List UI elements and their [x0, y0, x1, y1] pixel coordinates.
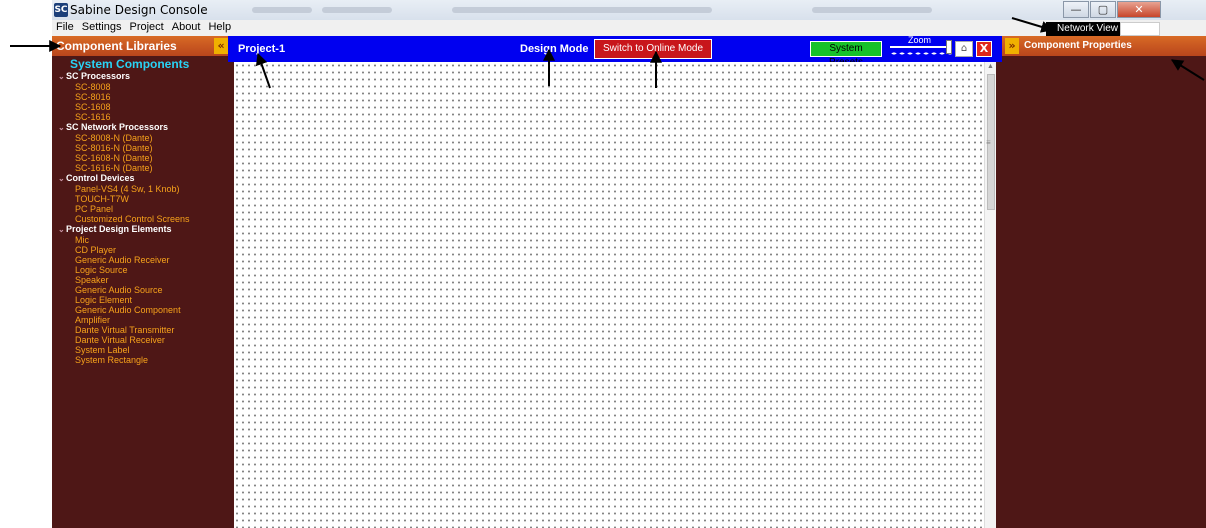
tree-item[interactable]: SC-1616-N (Dante): [52, 163, 228, 173]
tree-item[interactable]: PC Panel: [52, 204, 228, 214]
close-project-button[interactable]: X: [976, 41, 992, 57]
switch-to-online-button[interactable]: Switch to Online Mode: [594, 39, 712, 59]
properties-title: Component Properties: [1002, 36, 1206, 56]
window-title: Sabine Design Console: [70, 3, 208, 17]
tree-item[interactable]: Dante Virtual Transmitter: [52, 325, 228, 335]
expand-toggle-icon[interactable]: ⌄: [58, 122, 65, 133]
tree-item[interactable]: Panel-VS4 (4 Sw, 1 Knob): [52, 184, 228, 194]
tree-item[interactable]: SC-8008-N (Dante): [52, 133, 228, 143]
menu-bar: File Settings Project About Help: [52, 20, 1206, 34]
tree-item[interactable]: Generic Audio Component: [52, 305, 228, 315]
menu-project[interactable]: Project: [125, 20, 167, 34]
component-properties-panel: Component Properties »: [1002, 36, 1206, 528]
tree-item[interactable]: Mic: [52, 235, 228, 245]
tree-item[interactable]: Logic Source: [52, 265, 228, 275]
expand-right-button[interactable]: »: [1005, 38, 1019, 54]
tree-item[interactable]: TOUCH-T7W: [52, 194, 228, 204]
tree-item[interactable]: System Label: [52, 345, 228, 355]
app-logo-icon: SC: [54, 3, 68, 17]
tree-item[interactable]: Amplifier: [52, 315, 228, 325]
tree-item[interactable]: SC-8016-N (Dante): [52, 143, 228, 153]
tree-item[interactable]: CD Player: [52, 245, 228, 255]
group-label: Control Devices: [66, 173, 135, 183]
collapse-left-button[interactable]: «: [214, 38, 228, 54]
tree-group[interactable]: ⌄ SC Processors: [52, 71, 228, 82]
zoom-slider-ticks: [890, 52, 952, 55]
blurred-title-4: [812, 7, 932, 13]
title-bar: SC Sabine Design Console — ▢ ✕: [52, 0, 1206, 20]
expand-toggle-icon[interactable]: ⌄: [58, 224, 65, 235]
group-label: SC Processors: [66, 71, 131, 81]
expand-toggle-icon[interactable]: ⌄: [58, 71, 65, 82]
tree-item[interactable]: Generic Audio Receiver: [52, 255, 228, 265]
menu-about[interactable]: About: [168, 20, 205, 34]
group-label: Project Design Elements: [66, 224, 172, 234]
vertical-scrollbar[interactable]: ▲ ≡: [984, 62, 996, 528]
tree-item[interactable]: SC-8016: [52, 92, 228, 102]
tree-group[interactable]: ⌄ Control Devices: [52, 173, 228, 184]
close-button[interactable]: ✕: [1117, 1, 1161, 18]
design-canvas[interactable]: [234, 62, 984, 528]
lock-icon[interactable]: ⌂: [955, 41, 973, 57]
group-label: SC Network Processors: [66, 122, 169, 132]
network-view-tab[interactable]: Network View: [1046, 22, 1120, 36]
project-name: Project-1: [238, 43, 286, 55]
panel-title: Component Libraries: [52, 36, 228, 56]
design-area: Project-1 Design Mode Switch to Online M…: [228, 35, 1002, 528]
system-presets-button[interactable]: System Presets: [810, 41, 882, 68]
mode-label: Design Mode: [520, 43, 589, 55]
menu-file[interactable]: File: [52, 20, 78, 34]
minimize-button[interactable]: —: [1063, 1, 1089, 18]
scroll-grip-icon: ≡: [986, 138, 991, 147]
tree-item[interactable]: Logic Element: [52, 295, 228, 305]
zoom-slider-track[interactable]: [890, 46, 952, 48]
network-view-field[interactable]: [1120, 22, 1160, 36]
tree-item[interactable]: SC-1608-N (Dante): [52, 153, 228, 163]
tree-item[interactable]: Generic Audio Source: [52, 285, 228, 295]
component-tree: System Components ⌄ SC Processors SC-8008…: [52, 56, 228, 366]
blurred-title-3: [452, 7, 712, 13]
expand-toggle-icon[interactable]: ⌄: [58, 173, 65, 184]
menu-help[interactable]: Help: [204, 20, 235, 34]
scroll-up-icon[interactable]: ▲: [987, 63, 994, 70]
zoom-label: Zoom: [908, 35, 932, 45]
blurred-title-1: [252, 7, 312, 13]
tree-item[interactable]: Customized Control Screens: [52, 214, 228, 224]
tree-root[interactable]: System Components: [52, 58, 228, 71]
tree-item[interactable]: SC-8008: [52, 82, 228, 92]
blurred-title-2: [322, 7, 392, 13]
tree-item[interactable]: Dante Virtual Receiver: [52, 335, 228, 345]
tree-item[interactable]: System Rectangle: [52, 355, 228, 365]
design-header: Project-1 Design Mode Switch to Online M…: [228, 35, 1002, 68]
tree-item[interactable]: Speaker: [52, 275, 228, 285]
zoom-slider-thumb[interactable]: [946, 40, 952, 54]
component-libraries-panel: Component Libraries « System Components …: [52, 36, 228, 528]
window-controls: — ▢ ✕: [1063, 1, 1162, 18]
tree-item[interactable]: SC-1616: [52, 112, 228, 122]
tree-group[interactable]: ⌄ Project Design Elements: [52, 224, 228, 235]
app-window: SC Sabine Design Console — ▢ ✕ File Sett…: [52, 0, 1206, 528]
maximize-button[interactable]: ▢: [1090, 1, 1116, 18]
menu-settings[interactable]: Settings: [78, 20, 126, 34]
tree-item[interactable]: SC-1608: [52, 102, 228, 112]
tree-group[interactable]: ⌄ SC Network Processors: [52, 122, 228, 133]
